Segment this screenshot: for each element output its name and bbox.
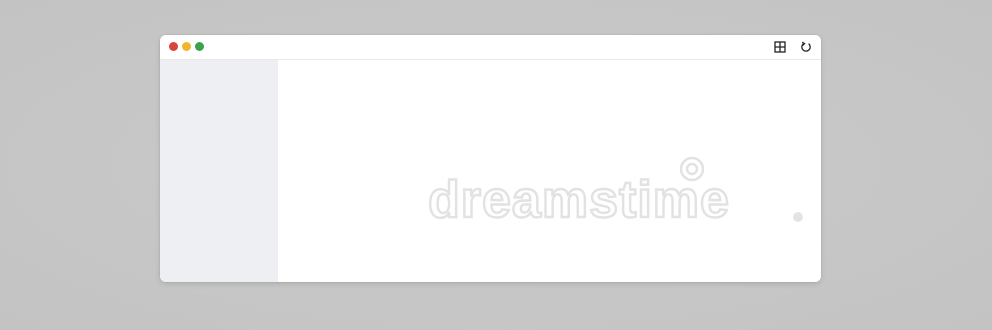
maximize-window-button[interactable]	[195, 42, 204, 51]
layout-grid-icon[interactable]	[774, 41, 786, 53]
minimize-window-button[interactable]	[182, 42, 191, 51]
refresh-icon[interactable]	[800, 41, 812, 53]
title-bar	[160, 35, 821, 60]
watermark-text: dreamstime	[428, 171, 730, 229]
sidebar-panel	[160, 60, 278, 282]
app-window: dreamstime	[160, 35, 821, 282]
desktop-background: dreamstime	[0, 0, 992, 330]
close-window-button[interactable]	[169, 42, 178, 51]
watermark-logo: dreamstime	[428, 156, 803, 230]
main-content-area: dreamstime	[278, 60, 821, 282]
